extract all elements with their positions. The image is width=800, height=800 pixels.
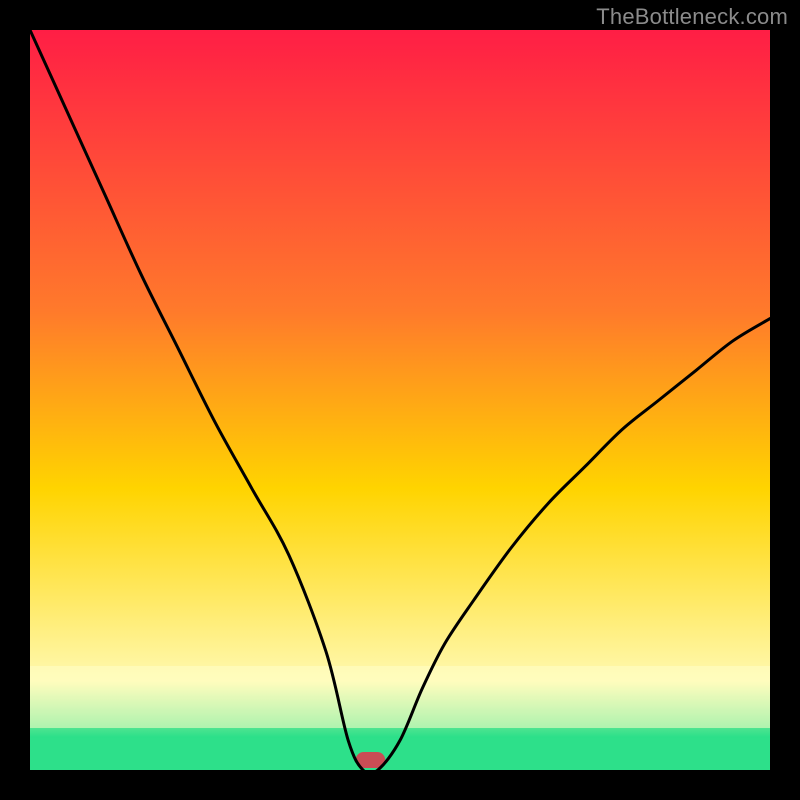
chart-svg [30,30,770,770]
pale-band [30,666,770,728]
plot-area [30,30,770,770]
chart-frame: TheBottleneck.com [0,0,800,800]
watermark-text: TheBottleneck.com [596,4,788,30]
